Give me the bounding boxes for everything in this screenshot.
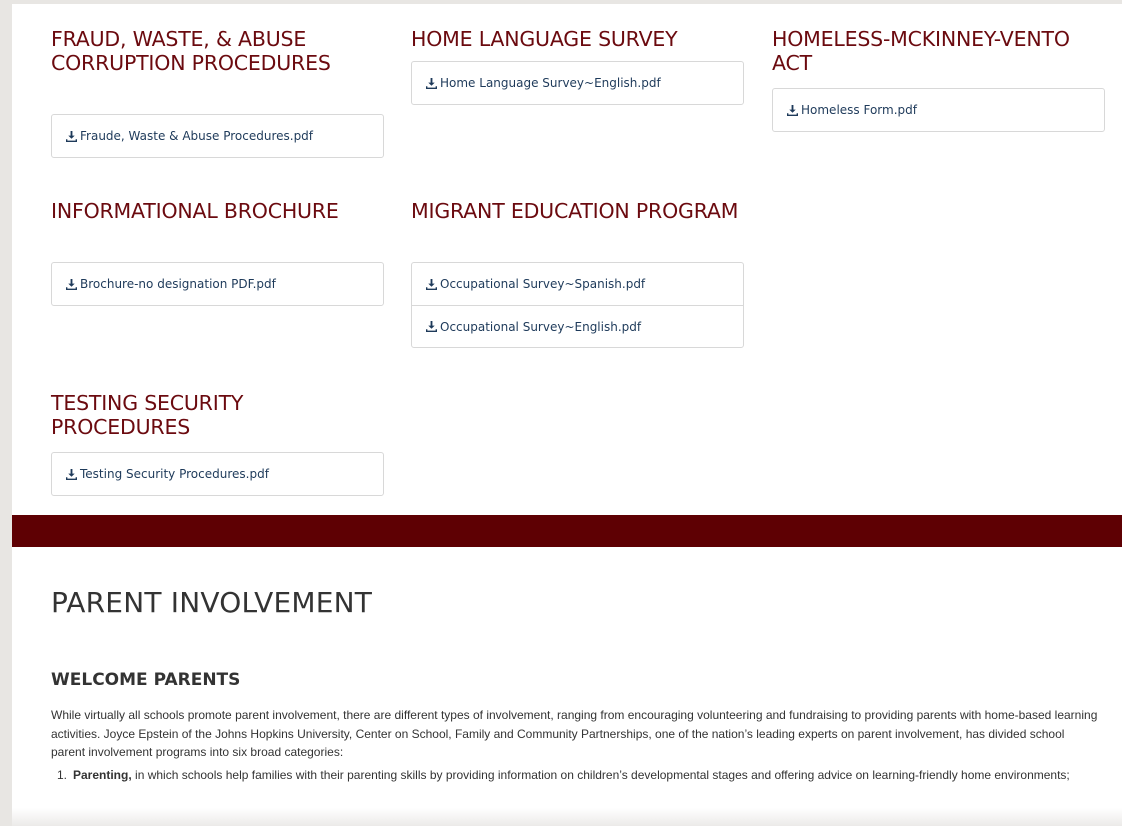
download-icon	[66, 278, 77, 290]
list-bold-term: Parenting,	[73, 768, 132, 782]
file-list: Testing Security Procedures.pdf	[51, 452, 384, 496]
section-title: INFORMATIONAL BROCHURE	[51, 199, 339, 223]
file-name: Occupational Survey~Spanish.pdf	[440, 277, 646, 291]
section-homeless: HOMELESS-MCKINNEY-VENTO ACT Homeless For…	[772, 27, 1105, 132]
file-list: Homeless Form.pdf	[772, 88, 1105, 132]
section-title: MIGRANT EDUCATION PROGRAM	[411, 199, 739, 223]
file-list: Fraude, Waste & Abuse Procedures.pdf	[51, 114, 384, 158]
divider-band	[12, 515, 1122, 547]
file-name: Testing Security Procedures.pdf	[80, 467, 269, 481]
section-title: HOMELESS-MCKINNEY-VENTO ACT	[772, 27, 1070, 75]
file-link[interactable]: Fraude, Waste & Abuse Procedures.pdf	[52, 115, 383, 157]
file-link[interactable]: Brochure-no designation PDF.pdf	[52, 263, 383, 305]
file-link[interactable]: Testing Security Procedures.pdf	[52, 453, 383, 495]
file-name: Brochure-no designation PDF.pdf	[80, 277, 276, 291]
download-icon	[66, 130, 77, 142]
category-list: 1. Parenting, in which schools help fami…	[51, 766, 1101, 785]
list-description: in which schools help families with thei…	[131, 768, 1070, 782]
list-number: 1.	[56, 768, 67, 782]
download-icon	[426, 278, 437, 290]
page-title: PARENT INVOLVEMENT	[51, 586, 373, 619]
section-title: FRAUD, WASTE, & ABUSE CORRUPTION PROCEDU…	[51, 27, 331, 75]
section-fraud: FRAUD, WASTE, & ABUSE CORRUPTION PROCEDU…	[51, 27, 384, 158]
file-link[interactable]: Occupational Survey~Spanish.pdf	[412, 263, 743, 305]
list-text: Parenting, in which schools help familie…	[73, 766, 1101, 785]
section-migrant: MIGRANT EDUCATION PROGRAM Occupational S…	[411, 199, 744, 348]
section-brochure: INFORMATIONAL BROCHURE Brochure-no desig…	[51, 199, 384, 306]
file-list: Occupational Survey~Spanish.pdf Occupati…	[411, 262, 744, 348]
file-list: Home Language Survey~English.pdf	[411, 61, 744, 105]
file-link[interactable]: Occupational Survey~English.pdf	[412, 305, 743, 347]
download-icon	[426, 77, 437, 89]
download-icon	[66, 468, 77, 480]
bottom-fade	[12, 808, 1122, 826]
section-title: TESTING SECURITY PROCEDURES	[51, 391, 244, 439]
section-title: HOME LANGUAGE SURVEY	[411, 27, 678, 51]
file-list: Brochure-no designation PDF.pdf	[51, 262, 384, 306]
file-link[interactable]: Homeless Form.pdf	[773, 89, 1104, 131]
intro-paragraph: While virtually all schools promote pare…	[51, 708, 1098, 759]
file-link[interactable]: Home Language Survey~English.pdf	[412, 62, 743, 104]
section-home-language: HOME LANGUAGE SURVEY Home Language Surve…	[411, 27, 744, 105]
file-name: Occupational Survey~English.pdf	[440, 319, 642, 334]
file-name: Fraude, Waste & Abuse Procedures.pdf	[80, 129, 314, 143]
file-name: Homeless Form.pdf	[801, 103, 917, 117]
download-icon	[787, 104, 798, 116]
download-icon	[426, 321, 437, 332]
page: FRAUD, WASTE, & ABUSE CORRUPTION PROCEDU…	[12, 4, 1122, 826]
section-heading: WELCOME PARENTS	[51, 670, 241, 690]
list-item: 1. Parenting, in which schools help fami…	[51, 766, 1101, 785]
file-name: Home Language Survey~English.pdf	[440, 76, 661, 90]
section-testing: TESTING SECURITY PROCEDURES Testing Secu…	[51, 391, 384, 496]
